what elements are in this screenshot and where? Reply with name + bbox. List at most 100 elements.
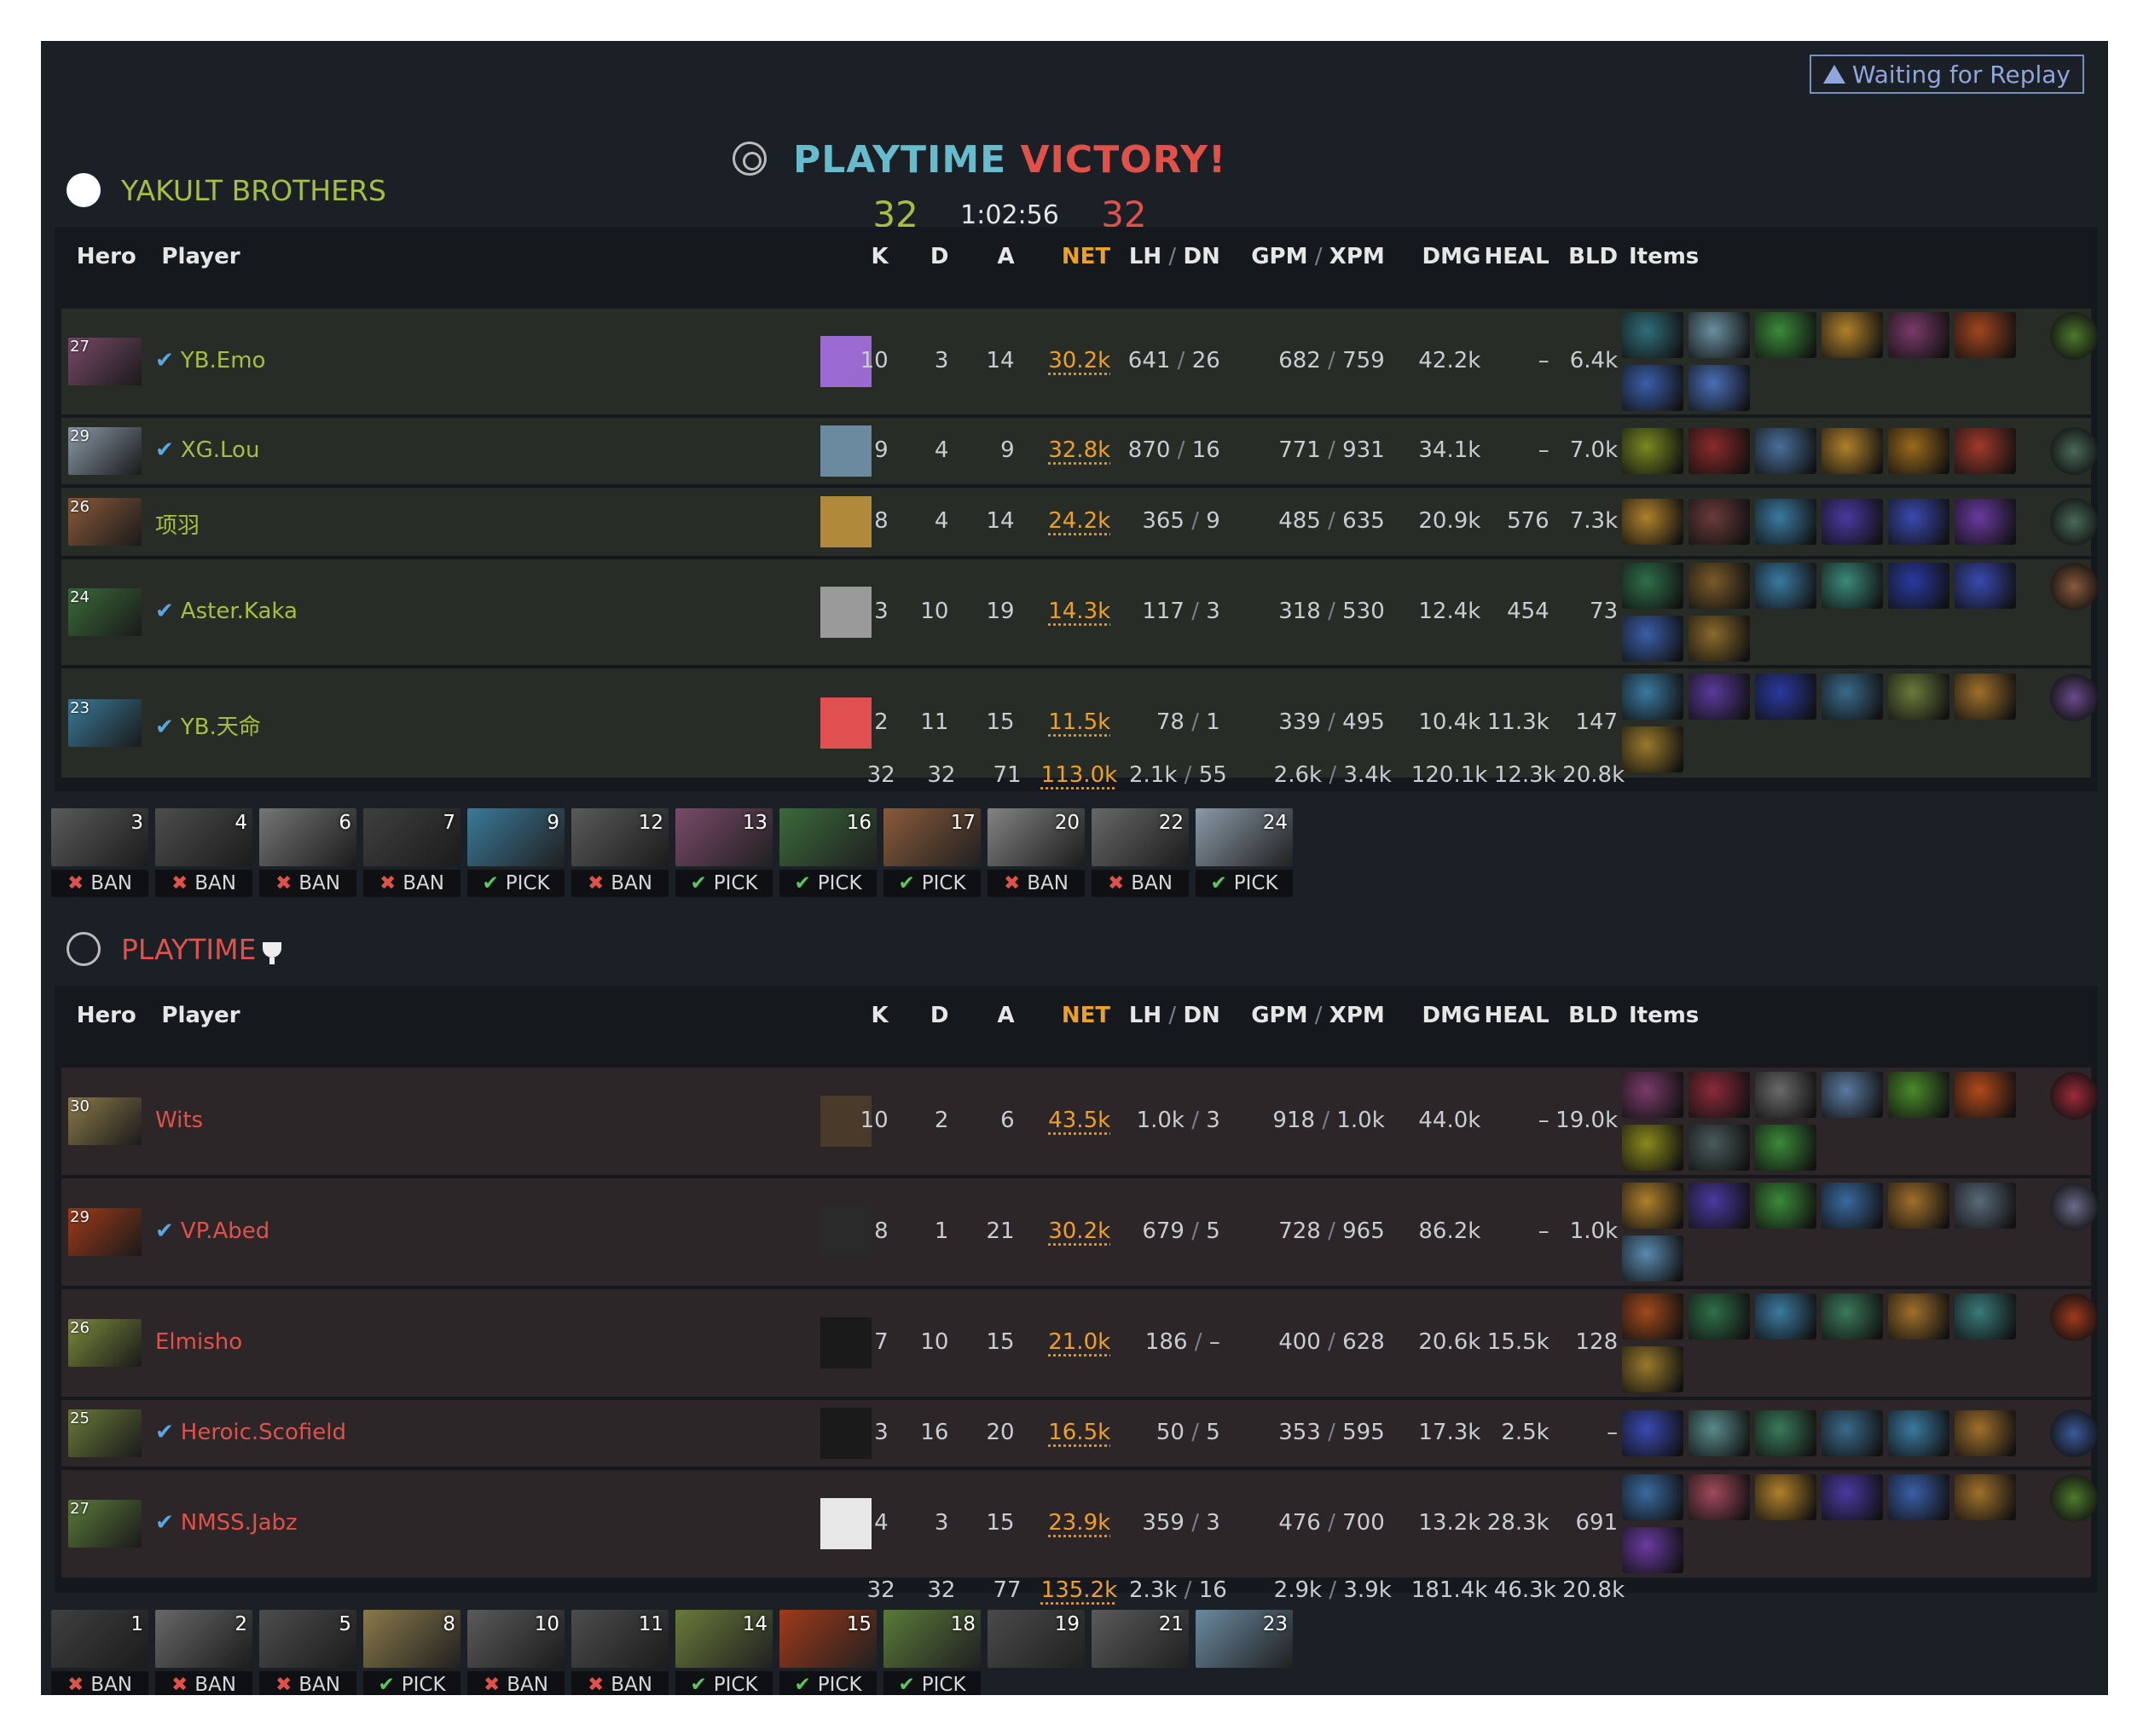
item-icon[interactable] [1888, 674, 1949, 720]
player-name[interactable]: Elmisho [155, 1329, 242, 1355]
item-icon[interactable] [1755, 312, 1816, 358]
item-icon[interactable] [1622, 365, 1683, 411]
draft-slot[interactable]: 2 ✖ BAN [155, 1610, 252, 1695]
column-building-damage[interactable]: BLD [1568, 244, 1618, 269]
player-name[interactable]: Wits [155, 1108, 203, 1133]
item-icon[interactable] [1688, 1410, 1750, 1456]
player-name-text[interactable]: VP.Abed [181, 1218, 269, 1244]
item-icon[interactable] [1688, 563, 1750, 609]
player-avatar[interactable] [820, 425, 872, 477]
item-icon[interactable] [1888, 1293, 1949, 1340]
item-icon[interactable] [1955, 674, 2016, 720]
item-icon[interactable] [1955, 1072, 2016, 1118]
item-icon[interactable] [1888, 1072, 1949, 1118]
draft-slot[interactable]: 5 ✖ BAN [259, 1610, 356, 1695]
neutral-item-icon[interactable] [2050, 1183, 2098, 1230]
neutral-item-icon[interactable] [2050, 427, 2098, 475]
draft-slot[interactable]: 13 ✔ PICK [675, 808, 773, 900]
hero-portrait[interactable]: 29 [68, 1208, 142, 1256]
item-icon[interactable] [1822, 499, 1883, 545]
item-icon[interactable] [1622, 1072, 1683, 1118]
player-name[interactable]: ✔ XG.Lou [155, 437, 259, 463]
player-name[interactable]: ✔ NMSS.Jabz [155, 1510, 298, 1536]
column-damage[interactable]: DMG [1422, 244, 1481, 269]
draft-slot[interactable]: 14 ✔ PICK [675, 1610, 773, 1695]
player-row[interactable]: 27 ✔ YB.Emo 10 3 14 30.2k 42.2k –6.4k 641 / 26 682… [61, 309, 2098, 414]
neutral-item-icon[interactable] [2050, 1072, 2098, 1120]
item-icon[interactable] [1955, 1410, 2016, 1456]
hero-portrait[interactable]: 26 [68, 498, 142, 546]
item-icon[interactable] [1688, 1072, 1750, 1118]
column-healing[interactable]: HEAL [1485, 244, 1549, 269]
player-name-text[interactable]: YB.天命 [181, 715, 261, 740]
item-icon[interactable] [1688, 1293, 1750, 1340]
item-icon[interactable] [1888, 563, 1949, 609]
item-icon[interactable] [1755, 428, 1816, 474]
neutral-item-icon[interactable] [2050, 563, 2098, 610]
waiting-for-replay-button[interactable]: Waiting for Replay [1809, 55, 2084, 94]
item-icon[interactable] [1822, 1293, 1883, 1340]
column-healing[interactable]: HEAL [1485, 1003, 1549, 1028]
item-icon[interactable] [1622, 1410, 1683, 1456]
neutral-item-icon[interactable] [2050, 674, 2098, 721]
hero-portrait[interactable]: 25 [68, 1409, 142, 1457]
hero-portrait[interactable]: 27 [68, 1500, 142, 1548]
item-icon[interactable] [1688, 499, 1750, 545]
player-avatar[interactable] [820, 1408, 872, 1459]
item-icon[interactable] [1755, 1474, 1816, 1520]
column-lasthits-denies[interactable]: LH / DN [1129, 1003, 1220, 1028]
player-row[interactable]: 24 ✔ Aster.Kaka 3 10 19 14.3k 12.4k 454 73 117 / 3… [61, 559, 2098, 665]
item-icon[interactable] [1955, 1293, 2016, 1340]
player-name[interactable]: ✔ Heroic.Scofield [155, 1420, 346, 1445]
item-icon[interactable] [1888, 1474, 1949, 1520]
draft-slot[interactable]: 22 ✖ BAN [1092, 808, 1189, 900]
draft-slot[interactable]: 12 ✖ BAN [571, 808, 669, 900]
item-icon[interactable] [1888, 499, 1949, 545]
draft-slot[interactable]: 21 [1092, 1610, 1189, 1695]
neutral-item-icon[interactable] [2050, 1409, 2098, 1457]
item-icon[interactable] [1755, 1293, 1816, 1340]
item-icon[interactable] [1622, 1474, 1683, 1520]
item-icon[interactable] [1822, 1183, 1883, 1229]
hero-portrait[interactable]: 27 [68, 338, 142, 385]
item-icon[interactable] [1755, 674, 1816, 720]
item-icon[interactable] [1955, 428, 2016, 474]
draft-slot[interactable]: 3 ✖ BAN [51, 808, 148, 900]
item-icon[interactable] [1688, 365, 1750, 411]
item-icon[interactable] [1822, 1072, 1883, 1118]
player-name-text[interactable]: Wits [155, 1108, 203, 1133]
column-assists[interactable]: A [997, 1003, 1014, 1028]
item-icon[interactable] [1688, 312, 1750, 358]
column-deaths[interactable]: D [930, 244, 949, 269]
draft-slot[interactable]: 19 [988, 1610, 1085, 1695]
column-deaths[interactable]: D [930, 1003, 949, 1028]
item-icon[interactable] [1955, 1183, 2016, 1229]
draft-slot[interactable]: 8 ✔ PICK [363, 1610, 460, 1695]
neutral-item-icon[interactable] [2050, 1474, 2098, 1522]
item-icon[interactable] [1622, 1346, 1683, 1392]
item-icon[interactable] [1888, 1183, 1949, 1229]
item-icon[interactable] [1822, 312, 1883, 358]
player-avatar[interactable] [820, 496, 872, 547]
column-building-damage[interactable]: BLD [1568, 1003, 1618, 1028]
item-icon[interactable] [1622, 563, 1683, 609]
item-icon[interactable] [1688, 616, 1750, 662]
item-icon[interactable] [1622, 1527, 1683, 1573]
item-icon[interactable] [1755, 1183, 1816, 1229]
player-name-text[interactable]: 项羽 [155, 513, 200, 539]
column-player[interactable]: Player [161, 1003, 240, 1028]
draft-slot[interactable]: 18 ✔ PICK [883, 1610, 981, 1695]
item-icon[interactable] [1622, 1235, 1683, 1282]
player-row[interactable]: 26 Elmisho 7 10 15 21.0k 20.6k 15.5k 128 186 / – 4… [61, 1289, 2098, 1397]
column-networth[interactable]: NET [1062, 1003, 1110, 1028]
column-networth[interactable]: NET [1062, 244, 1110, 269]
item-icon[interactable] [1822, 1410, 1883, 1456]
neutral-item-icon[interactable] [2050, 1293, 2098, 1341]
player-name-text[interactable]: XG.Lou [181, 437, 260, 463]
column-kills[interactable]: K [872, 1003, 889, 1028]
draft-slot[interactable]: 23 [1196, 1610, 1293, 1695]
neutral-item-icon[interactable] [2050, 312, 2098, 360]
item-icon[interactable] [1688, 1474, 1750, 1520]
item-icon[interactable] [1888, 428, 1949, 474]
draft-slot[interactable]: 20 ✖ BAN [988, 808, 1085, 900]
